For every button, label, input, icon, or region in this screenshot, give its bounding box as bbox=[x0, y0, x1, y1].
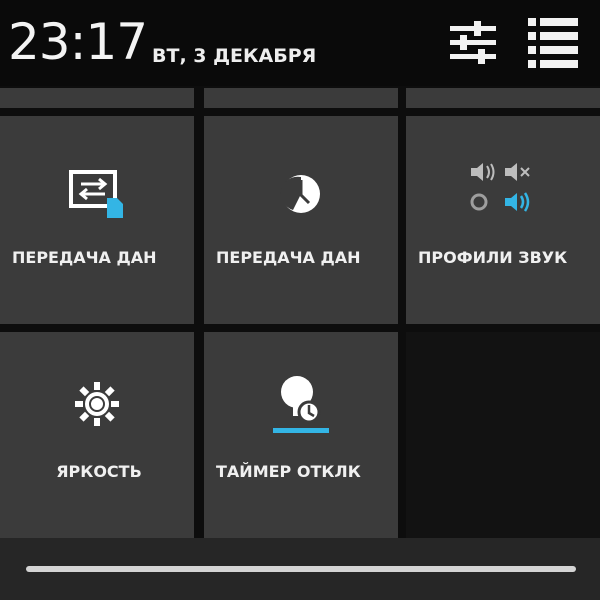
clock-data-icon bbox=[280, 175, 320, 213]
tile-label: ЯРКОСТЬ bbox=[56, 462, 142, 481]
scrolled-tile-strip bbox=[204, 88, 398, 108]
scrolled-tile-strip bbox=[0, 88, 194, 108]
sleep-timer-icon bbox=[273, 376, 329, 433]
date: ВТ, 3 ДЕКАБРЯ bbox=[152, 45, 317, 67]
tile-data-transfer-2[interactable]: ПЕРЕДАЧА ДАН bbox=[204, 116, 398, 324]
clock: 23:17 bbox=[8, 13, 148, 71]
status-header: 23:17 ВТ, 3 ДЕКАБРЯ bbox=[0, 0, 600, 86]
tile-label: ПРОФИЛИ ЗВУК bbox=[418, 248, 568, 267]
scrolled-tile-strip bbox=[406, 88, 600, 108]
list-view-icon bbox=[528, 18, 578, 68]
tile-sound-profiles[interactable]: ПРОФИЛИ ЗВУК bbox=[406, 116, 600, 324]
drag-handle[interactable] bbox=[26, 566, 576, 572]
list-view-button[interactable] bbox=[526, 16, 580, 70]
tile-sleep-timer[interactable]: ТАЙМЕР ОТКЛК bbox=[204, 332, 398, 538]
tile-label: ПЕРЕДАЧА ДАН bbox=[12, 248, 157, 267]
data-transfer-icon bbox=[69, 170, 123, 218]
tile-label: ТАЙМЕР ОТКЛК bbox=[216, 462, 361, 481]
tile-label: ПЕРЕДАЧА ДАН bbox=[216, 248, 361, 267]
settings-sliders-icon bbox=[450, 21, 496, 64]
tile-data-transfer[interactable]: ПЕРЕДАЧА ДАН bbox=[0, 116, 194, 324]
tile-brightness[interactable]: ЯРКОСТЬ bbox=[0, 332, 194, 538]
brightness-icon bbox=[75, 382, 119, 426]
sound-profiles-icon bbox=[470, 163, 530, 212]
empty-tile-slot bbox=[406, 332, 600, 538]
settings-button[interactable] bbox=[446, 16, 500, 70]
